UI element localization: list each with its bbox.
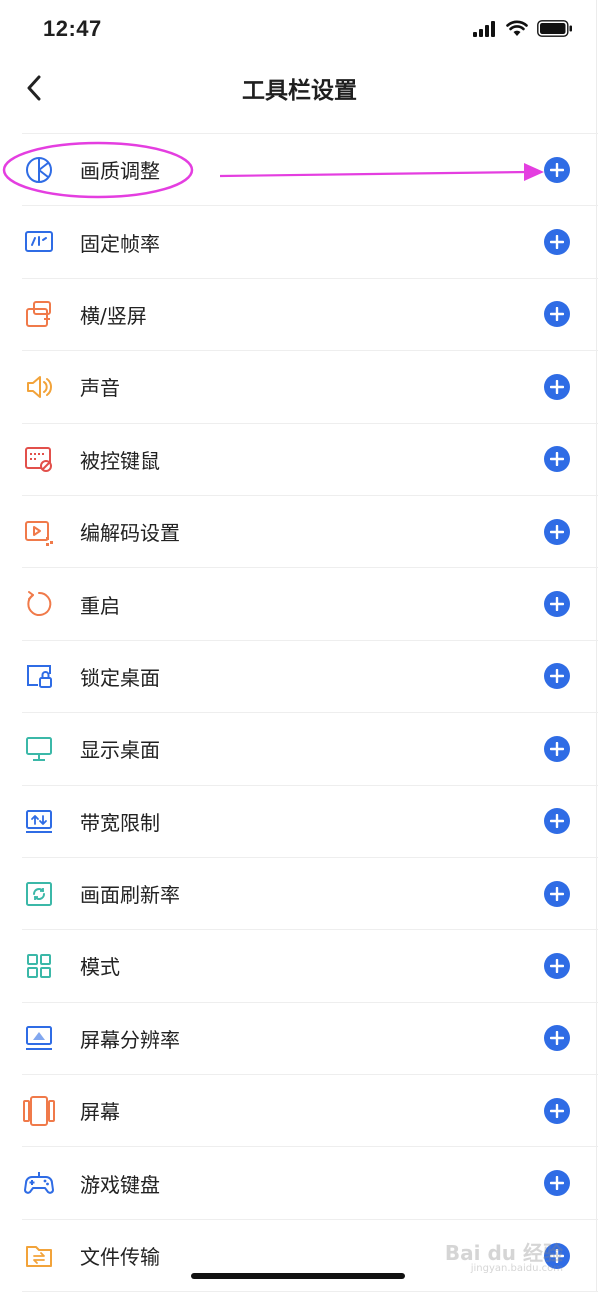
item-label: 编解码设置: [80, 521, 180, 546]
list-item-sound: 声音: [22, 351, 598, 424]
grid-mode-icon: [22, 949, 56, 983]
add-button[interactable]: [544, 591, 570, 618]
item-label: 锁定桌面: [80, 665, 160, 690]
item-label: 屏幕分辨率: [80, 1027, 180, 1052]
status-bar: 12:47: [0, 0, 599, 62]
status-icons: [473, 20, 573, 37]
item-label: 模式: [80, 955, 120, 980]
item-label: 固定帧率: [80, 231, 160, 256]
add-button[interactable]: [544, 735, 570, 762]
speaker-icon: [22, 370, 56, 404]
list-item-keyboard-mouse: 被控键鼠: [22, 424, 598, 496]
gamepad-icon: [22, 1166, 56, 1200]
list-item-refresh-rate: 画面刷新率: [22, 858, 598, 931]
list-item-mode: 模式: [22, 930, 598, 1003]
keyboard-mouse-disabled-icon: [22, 442, 56, 476]
item-label: 横/竖屏: [80, 303, 147, 328]
add-button[interactable]: [544, 1025, 570, 1052]
cellular-signal-icon: [473, 20, 495, 37]
add-button[interactable]: [544, 808, 570, 835]
battery-icon: [537, 20, 572, 37]
frame-rate-icon: [22, 225, 56, 259]
bandwidth-icon: [22, 804, 56, 838]
add-button[interactable]: [544, 156, 570, 183]
refresh-rate-icon: [22, 877, 56, 911]
plus-icon: [550, 814, 564, 829]
add-button[interactable]: [544, 952, 570, 979]
plus-icon: [550, 1031, 564, 1046]
plus-icon: [550, 886, 564, 901]
add-button[interactable]: [544, 518, 570, 545]
resolution-icon: [22, 1021, 56, 1055]
list-item-resolution: 屏幕分辨率: [22, 1003, 598, 1076]
lock-desktop-icon: [22, 659, 56, 693]
add-button[interactable]: [544, 373, 570, 400]
plus-icon: [550, 162, 564, 177]
watermark-url: jingyan.baidu.com: [470, 1263, 563, 1274]
monitor-icon: [22, 732, 56, 766]
list-item-show-desktop: 显示桌面: [22, 713, 598, 786]
item-label: 声音: [80, 376, 120, 401]
page-title: 工具栏设置: [242, 78, 357, 104]
add-button[interactable]: [544, 1097, 570, 1124]
list-item-screen: 屏幕: [22, 1075, 598, 1148]
screen-icon: [22, 1094, 56, 1128]
list-item-rotate: 横/竖屏: [22, 279, 598, 352]
item-label: 游戏键盘: [80, 1172, 160, 1197]
add-button[interactable]: [544, 229, 570, 256]
add-button[interactable]: [544, 446, 570, 473]
list-item-quality: 画质调整: [22, 134, 598, 207]
item-label: 显示桌面: [80, 738, 160, 763]
plus-icon: [550, 1176, 564, 1191]
item-label: 重启: [80, 593, 120, 618]
list-item-gamepad: 游戏键盘: [22, 1147, 598, 1220]
add-button[interactable]: [544, 663, 570, 690]
list-item-bandwidth: 带宽限制: [22, 786, 598, 858]
toolbar-items-list: 画质调整 固定帧率 横/竖屏 声音 被控键鼠 编解码设置 重启 锁定桌面 显示桌…: [22, 133, 598, 1292]
plus-icon: [550, 1103, 564, 1118]
add-button[interactable]: [544, 301, 570, 328]
list-item-restart: 重启: [22, 568, 598, 641]
plus-icon: [550, 379, 564, 394]
list-item-lock-desktop: 锁定桌面: [22, 641, 598, 714]
plus-icon: [550, 452, 564, 467]
plus-icon: [550, 235, 564, 250]
item-label: 被控键鼠: [80, 448, 160, 473]
list-item-frame-rate: 固定帧率: [22, 206, 598, 279]
item-label: 带宽限制: [80, 810, 160, 835]
plus-icon: [550, 307, 564, 322]
quality-icon: [22, 153, 56, 187]
home-indicator: [191, 1273, 405, 1279]
plus-icon: [550, 741, 564, 756]
codec-icon: [22, 515, 56, 549]
watermark-brand: Bai du 经验: [444, 1241, 563, 1265]
rotate-screen-icon: [22, 297, 56, 331]
wifi-icon: [506, 20, 528, 36]
watermark-logo: Bai du 经验 jingyan.baidu.com: [444, 1237, 563, 1274]
item-label: 文件传输: [80, 1245, 160, 1270]
add-button[interactable]: [544, 1170, 570, 1197]
item-label: 画面刷新率: [80, 883, 180, 908]
navigation-bar: 工具栏设置: [0, 62, 599, 132]
plus-icon: [550, 958, 564, 973]
item-label: 画质调整: [80, 159, 160, 184]
add-button[interactable]: [544, 880, 570, 907]
plus-icon: [550, 597, 564, 612]
item-label: 屏幕: [80, 1100, 120, 1125]
plus-icon: [550, 669, 564, 684]
list-item-codec: 编解码设置: [22, 496, 598, 569]
status-time: 12:47: [43, 16, 102, 41]
restart-icon: [22, 587, 56, 621]
plus-icon: [550, 524, 564, 539]
file-transfer-icon: [22, 1239, 56, 1273]
